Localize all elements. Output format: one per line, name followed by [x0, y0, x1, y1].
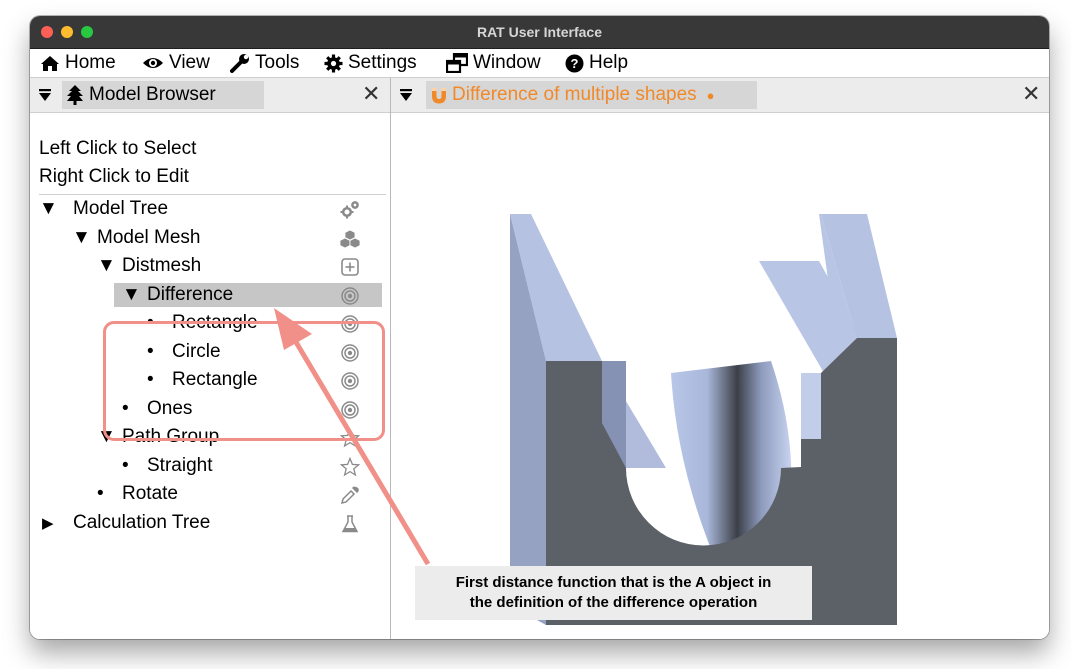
tab-difference-of-multiple-shapes[interactable]: Difference of multiple shapes ●: [426, 81, 757, 109]
tab-model-browser-label: Model Browser: [89, 84, 216, 105]
tree-item-difference[interactable]: ▼ Difference: [30, 282, 382, 310]
hint-divider: [39, 194, 386, 195]
question-circle-icon: ?: [565, 54, 584, 72]
close-viewer-button[interactable]: ✕: [1022, 83, 1040, 105]
gears-icon: [340, 201, 359, 219]
title-bar[interactable]: RAT User Interface: [30, 16, 1049, 49]
window-icon: [446, 53, 468, 73]
3d-viewport[interactable]: [391, 113, 1049, 639]
tree-item-marker: ▼: [122, 284, 141, 305]
tab-viewer-label: Difference of multiple shapes: [452, 84, 697, 105]
tree-item-distmesh[interactable]: ▼ Distmesh: [30, 253, 382, 281]
tab-model-browser[interactable]: Model Browser: [62, 81, 264, 109]
difference-shape-3d[interactable]: [391, 113, 1049, 639]
model-browser-header: Model Browser ✕: [30, 78, 390, 113]
annotation-line-2: the definition of the difference operati…: [469, 594, 758, 611]
app-window: RAT User Interface Home View Tools Setti…: [30, 16, 1049, 639]
menu-home[interactable]: Home: [40, 52, 116, 74]
tree-item-model-tree[interactable]: ▼ Model Tree: [30, 196, 382, 224]
cubes-icon: [340, 229, 360, 249]
panel-menu-icon[interactable]: [39, 89, 51, 102]
annotation-callout: First distance function that is the A ob…: [415, 566, 812, 620]
eyedropper-icon: [340, 486, 359, 505]
menu-window[interactable]: Window: [446, 52, 541, 74]
tree-item-label: Model Tree: [73, 198, 169, 219]
model-browser-panel: Model Browser ✕ Left Click to Select Rig…: [30, 78, 391, 639]
tree-item-marker: •: [97, 483, 104, 504]
gear-icon: [324, 54, 343, 72]
menu-help-label: Help: [589, 52, 629, 73]
tree-item-marker: ▼: [97, 255, 116, 276]
tree-item-label: Straight: [147, 455, 213, 476]
home-icon: [41, 55, 59, 71]
tree-item-marker: ▼: [39, 198, 58, 219]
menu-window-label: Window: [473, 52, 541, 73]
flask-icon: [341, 515, 359, 533]
tree-item-marker: ▼: [72, 227, 91, 248]
tree-item-label: Rotate: [122, 483, 178, 504]
svg-text:?: ?: [571, 56, 579, 71]
close-model-browser-button[interactable]: ✕: [362, 83, 380, 105]
star-outline-icon: [340, 457, 360, 477]
magnet-icon: [432, 87, 446, 103]
annotation-line-1: First distance function that is the A ob…: [455, 574, 772, 591]
tree-item-marker: ▶: [42, 515, 54, 532]
target-icon: [341, 287, 359, 305]
menu-settings[interactable]: Settings: [324, 52, 417, 74]
tree-item-label: Model Mesh: [97, 227, 201, 248]
viewer-header: Difference of multiple shapes ● ✕: [391, 78, 1049, 113]
menu-bar: Home View Tools Settings Window ? Help: [30, 49, 1049, 78]
tree-item-label: Distmesh: [122, 255, 202, 276]
hint-left-click: Left Click to Select: [39, 138, 197, 159]
eye-icon: [143, 58, 163, 68]
selection-callout-box: [103, 321, 385, 441]
tree-item-calculation-tree[interactable]: ▶ Calculation Tree: [30, 510, 382, 538]
menu-view[interactable]: View: [142, 52, 210, 74]
menu-settings-label: Settings: [348, 52, 417, 73]
tree-item-label: Calculation Tree: [73, 512, 211, 533]
menu-tools-label: Tools: [255, 52, 300, 73]
menu-help[interactable]: ? Help: [565, 52, 628, 74]
tree-item-marker: •: [122, 455, 129, 476]
unsaved-indicator: ●: [706, 87, 715, 103]
viewer-panel: Difference of multiple shapes ● ✕: [391, 78, 1049, 639]
menu-home-label: Home: [65, 52, 116, 73]
tree-icon: [67, 85, 83, 105]
tree-item-label: Difference: [147, 284, 234, 305]
window-title: RAT User Interface: [476, 24, 602, 40]
panel-menu-icon[interactable]: [400, 89, 412, 102]
menu-view-label: View: [169, 52, 210, 73]
wrench-icon: [230, 54, 249, 73]
tree-item-rotate[interactable]: • Rotate: [30, 481, 382, 509]
plus-square-icon: [341, 258, 359, 276]
tree-item-straight[interactable]: • Straight: [30, 453, 382, 481]
menu-tools[interactable]: Tools: [230, 52, 299, 74]
hint-right-click: Right Click to Edit: [39, 166, 189, 187]
tree-item-model-mesh[interactable]: ▼ Model Mesh: [30, 225, 382, 253]
